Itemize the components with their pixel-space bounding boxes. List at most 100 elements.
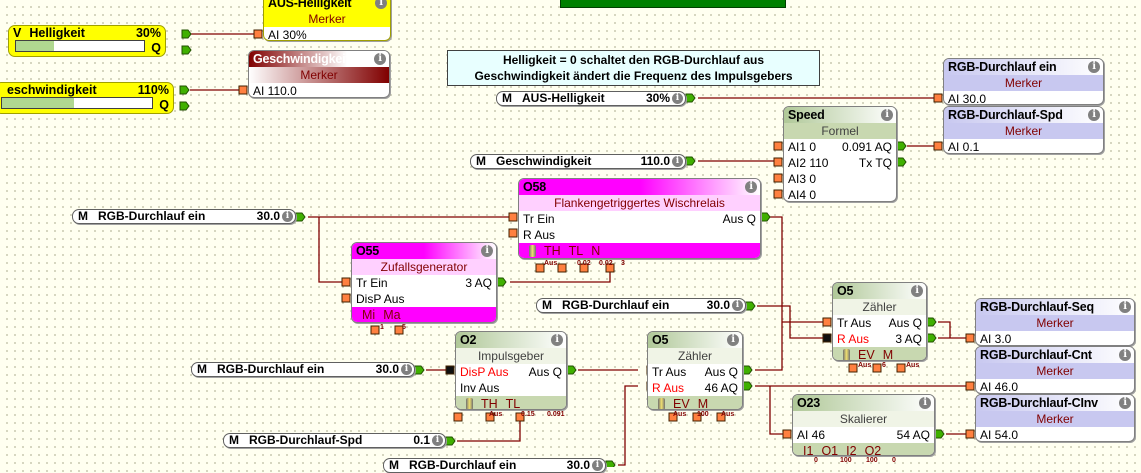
info-icon[interactable]: i — [551, 334, 563, 346]
merker-reference-r5[interactable]: M RGB-Durchlauf ein 30.0 i — [191, 362, 415, 377]
comment-box[interactable]: Helligkeit = 0 schaltet den RGB-Durchlau… — [447, 50, 820, 86]
merker-mk4[interactable]: RGB-Durchlauf-Spd i Merker AI 0.1 — [943, 106, 1104, 154]
merker-mk1[interactable]: AUS-Helligkeit i Merker AI 30% — [263, 0, 391, 41]
parameter-connector[interactable] — [535, 263, 545, 273]
analog-variable-v1[interactable]: V Helligkeit 30% Q — [8, 25, 166, 57]
input-connector[interactable] — [508, 212, 518, 222]
info-icon[interactable]: i — [375, 0, 387, 9]
info-icon[interactable]: i — [1119, 349, 1131, 361]
output-connector[interactable] — [926, 317, 937, 327]
parameter-connector[interactable] — [557, 263, 567, 273]
input-connector[interactable] — [773, 189, 783, 199]
input-connector[interactable] — [822, 333, 832, 343]
output-connector[interactable] — [181, 29, 192, 39]
output-connector[interactable] — [760, 212, 771, 222]
output-connector[interactable] — [742, 381, 753, 391]
input-connector[interactable] — [822, 317, 832, 327]
merker-reference-r4[interactable]: M RGB-Durchlauf ein 30.0 i — [536, 298, 746, 313]
function-block-speed[interactable]: Speed i Formel AI1 0 0.091 AQ AI2 110 Tx TQ AI3… — [783, 106, 897, 202]
output-connector[interactable] — [685, 93, 696, 103]
merker-reference-r3[interactable]: M RGB-Durchlauf ein 30.0 i — [72, 209, 296, 224]
input-connector[interactable] — [933, 93, 943, 103]
function-block-o58[interactable]: O58 i Flankengetriggertes Wischrelais Tr Ei… — [518, 178, 761, 259]
output-connector[interactable] — [745, 301, 756, 311]
output-connector[interactable] — [742, 365, 753, 375]
parameter-bar[interactable]: TH TL — [456, 396, 566, 409]
parameter-connector[interactable] — [453, 412, 463, 422]
input-connector[interactable] — [965, 429, 975, 439]
output-connector[interactable] — [685, 156, 696, 166]
info-icon[interactable]: i — [727, 334, 739, 346]
merker-mk3[interactable]: RGB-Durchlauf ein i Merker AI 30.0 — [943, 58, 1104, 105]
output-connector[interactable] — [896, 157, 907, 167]
variable-level-bar[interactable] — [1, 97, 153, 109]
input-connector[interactable] — [341, 277, 351, 287]
parameter-bar[interactable]: Mi Ma — [352, 307, 496, 322]
input-connector[interactable] — [965, 381, 975, 391]
input-connector[interactable] — [773, 141, 783, 151]
output-connector[interactable] — [179, 85, 190, 95]
output-connector[interactable] — [181, 45, 192, 55]
info-icon[interactable]: i — [481, 245, 493, 257]
info-icon[interactable]: i — [282, 211, 293, 222]
input-connector[interactable] — [508, 228, 518, 238]
info-icon[interactable]: i — [592, 460, 603, 471]
function-block-o5r[interactable]: O5 i Zähler Tr Aus Aus Q R Aus 3 AQ EV M — [832, 282, 927, 361]
input-connector[interactable] — [773, 173, 783, 183]
parameter-bar[interactable]: EV M — [648, 396, 742, 409]
parameter-bar[interactable]: TH TL N — [519, 243, 760, 258]
input-connector[interactable] — [341, 293, 351, 303]
output-connector[interactable] — [414, 365, 425, 375]
input-connector[interactable] — [773, 157, 783, 167]
parameter-bar[interactable]: EV M — [833, 347, 926, 360]
parameter-connector[interactable] — [848, 363, 858, 373]
function-block-o2[interactable]: O2 i Impulsgeber DisP Aus Aus Q Inv Aus TH TL — [455, 331, 567, 410]
function-block-o5m[interactable]: O5 i Zähler Tr Aus Aus Q R Aus 46 AQ EV M — [647, 331, 743, 410]
analog-variable-v2[interactable]: eschwindigkeit 110% Q — [0, 82, 174, 114]
info-icon[interactable]: i — [672, 156, 683, 167]
variable-level-bar[interactable] — [15, 40, 145, 52]
parameter-connector[interactable] — [896, 363, 906, 373]
info-icon[interactable]: i — [374, 53, 386, 65]
merker-reference-r2[interactable]: M Geschwindigkeit 110.0 i — [470, 154, 686, 169]
info-icon[interactable]: i — [401, 364, 412, 375]
function-block-o55[interactable]: O55 i Zufallsgenerator Tr Ein 3 AQ DisP Aus Mi… — [351, 242, 497, 323]
output-connector[interactable] — [179, 101, 190, 111]
parameter-connector[interactable] — [370, 325, 380, 335]
info-icon[interactable]: i — [919, 397, 931, 409]
info-icon[interactable]: i — [1119, 397, 1131, 409]
info-icon[interactable]: i — [881, 109, 893, 121]
info-icon[interactable]: i — [1119, 301, 1131, 313]
merker-mk7[interactable]: RGB-Durchlauf-CInv i Merker AI 54.0 — [975, 394, 1135, 442]
merker-mk2[interactable]: Geschwindigkeit i Merker AI 110.0 — [248, 50, 390, 98]
output-connector[interactable] — [295, 212, 306, 222]
input-connector[interactable] — [965, 333, 975, 343]
merker-mk5[interactable]: RGB-Durchlauf-Seq i Merker AI 3.0 — [975, 298, 1135, 346]
input-connector[interactable] — [933, 141, 943, 151]
input-connector[interactable] — [238, 85, 248, 95]
info-icon[interactable]: i — [745, 181, 757, 193]
output-connector[interactable] — [926, 333, 937, 343]
merker-reference-r6[interactable]: M RGB-Durchlauf-Spd 0.1 i — [223, 433, 446, 448]
parameter-bar[interactable]: I1 O1 I2 O2 — [793, 443, 934, 455]
output-connector[interactable] — [934, 429, 945, 439]
info-icon[interactable]: i — [911, 285, 923, 297]
info-icon[interactable]: i — [432, 435, 443, 446]
output-connector[interactable] — [566, 365, 577, 375]
info-icon[interactable]: i — [1088, 61, 1100, 73]
output-connector[interactable] — [605, 460, 616, 467]
merker-reference-r1[interactable]: M AUS-Helligkeit 30% i — [496, 91, 686, 106]
output-connector[interactable] — [445, 436, 456, 446]
info-icon[interactable]: i — [732, 300, 743, 311]
info-icon[interactable]: i — [672, 93, 683, 104]
merker-reference-r7[interactable]: M RGB-Durchlauf ein 30.0 i — [383, 458, 606, 473]
input-connector[interactable] — [445, 365, 455, 375]
function-block-o23[interactable]: O23 i Skalierer AI 46 54 AQ I1 O1 I2 O2 — [792, 394, 935, 456]
parameter-connector[interactable] — [872, 363, 882, 373]
input-connector[interactable] — [782, 429, 792, 439]
merker-mk6[interactable]: RGB-Durchlauf-Cnt i Merker AI 46.0 — [975, 346, 1135, 394]
output-connector[interactable] — [496, 277, 507, 287]
input-connector[interactable] — [253, 29, 263, 39]
info-icon[interactable]: i — [1088, 109, 1100, 121]
output-connector[interactable] — [896, 141, 907, 151]
